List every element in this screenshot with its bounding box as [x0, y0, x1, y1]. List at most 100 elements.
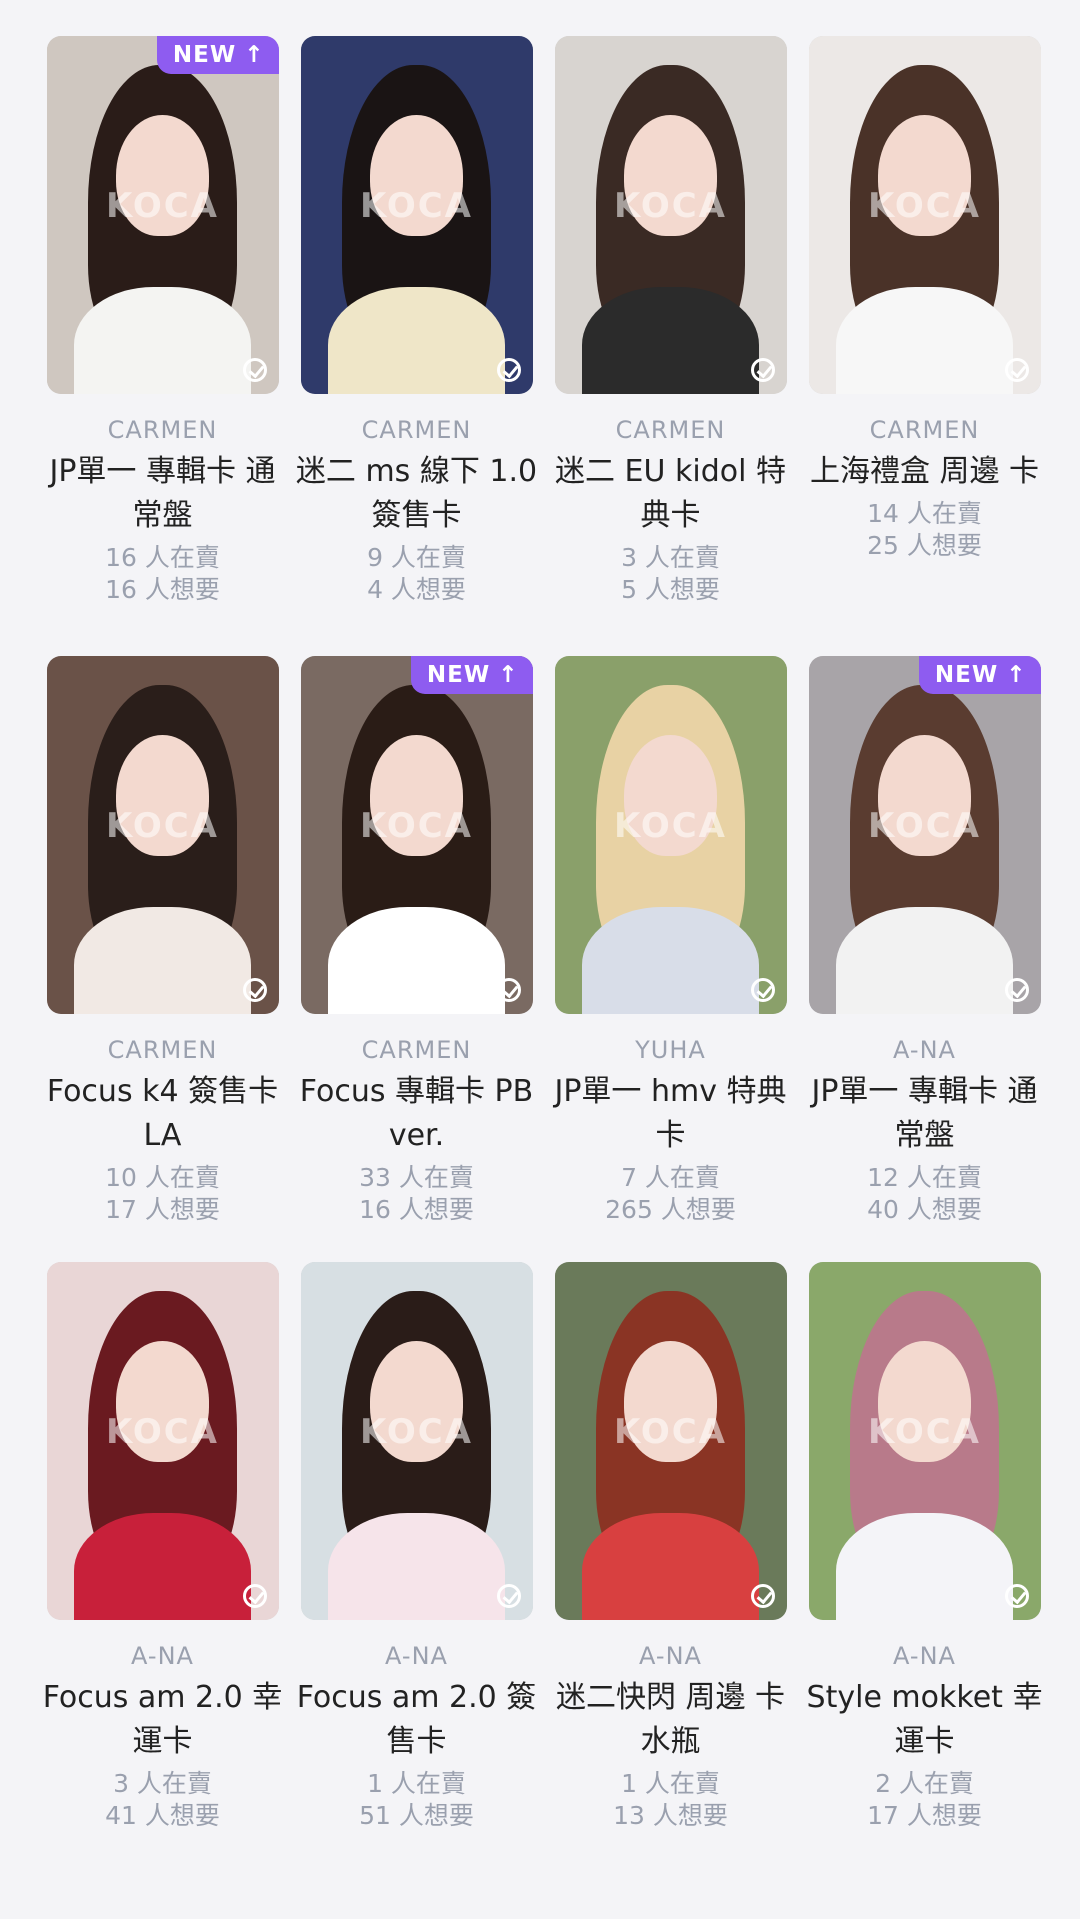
selling-count: 10 人在賣: [105, 1163, 220, 1192]
card-title: Focus am 2.0 幸運卡: [42, 1680, 283, 1759]
card-stats: 7 人在賣 265 人想要: [544, 1162, 797, 1226]
photocard-item[interactable]: KOCA A-NA Focus am 2.0 幸運卡 3 人在賣 41 人想要: [36, 1262, 289, 1832]
koca-watermark: KOCA: [868, 806, 981, 847]
koca-watermark: KOCA: [106, 806, 219, 847]
photocard-image[interactable]: KOCA NEW ↑: [808, 656, 1041, 1014]
photo-body: [328, 286, 505, 394]
wanting-count: 16 人想要: [105, 575, 220, 604]
member-name: A-NA: [893, 1036, 956, 1064]
selling-count: 1 人在賣: [367, 1769, 466, 1798]
photocard-image[interactable]: KOCA: [554, 36, 787, 394]
wanting-count: 5 人想要: [621, 575, 720, 604]
card-stats: 3 人在賣 5 人想要: [544, 542, 797, 606]
card-stats: 9 人在賣 4 人想要: [290, 542, 543, 606]
wanting-count: 4 人想要: [367, 575, 466, 604]
photocard-image[interactable]: KOCA: [46, 1262, 279, 1620]
koca-watermark: KOCA: [614, 806, 727, 847]
koca-watermark: KOCA: [868, 186, 981, 227]
photocard-item[interactable]: KOCA A-NA Focus am 2.0 簽售卡 1 人在賣 51 人想要: [290, 1262, 543, 1832]
member-name: A-NA: [639, 1642, 702, 1670]
photocard-image[interactable]: KOCA: [46, 656, 279, 1014]
check-circle-icon[interactable]: [750, 978, 775, 1002]
photocard-item[interactable]: KOCA A-NA Style mokket 幸運卡 2 人在賣 17 人想要: [798, 1262, 1051, 1832]
selling-count: 1 人在賣: [621, 1769, 720, 1798]
photo-body: [582, 286, 759, 394]
photocard-image[interactable]: KOCA: [808, 1262, 1041, 1620]
photocard-image[interactable]: KOCA NEW ↑: [300, 656, 533, 1014]
wanting-count: 41 人想要: [105, 1801, 220, 1830]
check-circle-icon[interactable]: [1004, 1584, 1029, 1608]
card-title: 迷二快閃 周邊 卡 水瓶: [555, 1680, 786, 1759]
wanting-count: 25 人想要: [867, 531, 982, 560]
member-name: CARMEN: [615, 416, 726, 444]
member-name: CARMEN: [361, 416, 472, 444]
selling-count: 7 人在賣: [621, 1163, 720, 1192]
wanting-count: 51 人想要: [359, 1801, 474, 1830]
photocard-grid: KOCA NEW ↑ CARMEN JP單一 專輯卡 通常盤 16 人在賣 16 …: [0, 0, 1080, 1919]
photocard-image[interactable]: KOCA: [300, 36, 533, 394]
check-circle-icon[interactable]: [496, 978, 521, 1002]
photocard-item[interactable]: KOCA NEW ↑ CARMEN Focus 專輯卡 PB ver. 33 人在…: [290, 656, 543, 1226]
photocard-item[interactable]: KOCA CARMEN 迷二 EU kidol 特典卡 3 人在賣 5 人想要: [544, 36, 797, 606]
check-circle-icon[interactable]: [242, 1584, 267, 1608]
card-stats: 3 人在賣 41 人想要: [36, 1768, 289, 1832]
koca-watermark: KOCA: [360, 1412, 473, 1453]
card-title: 上海禮盒 周邊 卡: [809, 454, 1040, 489]
koca-watermark: KOCA: [360, 806, 473, 847]
photocard-image[interactable]: KOCA: [808, 36, 1041, 394]
koca-watermark: KOCA: [106, 1412, 219, 1453]
photocard-item[interactable]: KOCA CARMEN 上海禮盒 周邊 卡 14 人在賣 25 人想要: [798, 36, 1051, 562]
photocard-item[interactable]: KOCA A-NA 迷二快閃 周邊 卡 水瓶 1 人在賣 13 人想要: [544, 1262, 797, 1832]
selling-count: 3 人在賣: [113, 1769, 212, 1798]
photo-body: [582, 1512, 759, 1620]
member-name: CARMEN: [869, 416, 980, 444]
photocard-item[interactable]: KOCA YUHA JP單一 hmv 特典卡 7 人在賣 265 人想要: [544, 656, 797, 1226]
photo-body: [74, 286, 251, 394]
card-stats: 12 人在賣 40 人想要: [798, 1162, 1051, 1226]
member-name: A-NA: [893, 1642, 956, 1670]
photocard-item[interactable]: KOCA NEW ↑ A-NA JP單一 專輯卡 通常盤 12 人在賣 40 人想…: [798, 656, 1051, 1226]
photo-body: [328, 906, 505, 1014]
photocard-item[interactable]: KOCA CARMEN Focus k4 簽售卡 LA 10 人在賣 17 人想…: [36, 656, 289, 1226]
photocard-item[interactable]: KOCA CARMEN 迷二 ms 線下 1.0 簽售卡 9 人在賣 4 人想要: [290, 36, 543, 606]
selling-count: 9 人在賣: [367, 543, 466, 572]
wanting-count: 17 人想要: [105, 1195, 220, 1224]
card-title: Style mokket 幸運卡: [806, 1680, 1043, 1759]
check-circle-icon[interactable]: [1004, 978, 1029, 1002]
member-name: CARMEN: [107, 1036, 218, 1064]
new-badge: NEW ↑: [918, 656, 1041, 694]
photo-body: [836, 1512, 1013, 1620]
card-title: Focus am 2.0 簽售卡: [296, 1680, 537, 1759]
photocard-image[interactable]: KOCA: [554, 1262, 787, 1620]
koca-watermark: KOCA: [360, 186, 473, 227]
check-circle-icon[interactable]: [242, 358, 267, 382]
card-stats: 14 人在賣 25 人想要: [798, 498, 1051, 562]
member-name: A-NA: [131, 1642, 194, 1670]
card-title: Focus 專輯卡 PB ver.: [299, 1074, 534, 1153]
check-circle-icon[interactable]: [1004, 358, 1029, 382]
photo-body: [328, 1512, 505, 1620]
check-circle-icon[interactable]: [242, 978, 267, 1002]
card-title: 迷二 ms 線下 1.0 簽售卡: [295, 454, 538, 533]
check-circle-icon[interactable]: [496, 358, 521, 382]
card-title: JP單一 專輯卡 通常盤: [811, 1074, 1038, 1153]
check-circle-icon[interactable]: [496, 1584, 521, 1608]
card-stats: 2 人在賣 17 人想要: [798, 1768, 1051, 1832]
check-circle-icon[interactable]: [750, 1584, 775, 1608]
photocard-image[interactable]: KOCA: [554, 656, 787, 1014]
koca-watermark: KOCA: [614, 186, 727, 227]
selling-count: 2 人在賣: [875, 1769, 974, 1798]
card-stats: 10 人在賣 17 人想要: [36, 1162, 289, 1226]
selling-count: 3 人在賣: [621, 543, 720, 572]
card-stats: 1 人在賣 13 人想要: [544, 1768, 797, 1832]
photocard-image[interactable]: KOCA: [300, 1262, 533, 1620]
check-circle-icon[interactable]: [750, 358, 775, 382]
photocard-image[interactable]: KOCA NEW ↑: [46, 36, 279, 394]
selling-count: 16 人在賣: [105, 543, 220, 572]
wanting-count: 265 人想要: [605, 1195, 736, 1224]
card-title: JP單一 專輯卡 通常盤: [49, 454, 276, 533]
arrow-up-icon: ↑: [498, 662, 519, 688]
photo-body: [74, 1512, 251, 1620]
photocard-item[interactable]: KOCA NEW ↑ CARMEN JP單一 專輯卡 通常盤 16 人在賣 16 …: [36, 36, 289, 606]
card-stats: 1 人在賣 51 人想要: [290, 1768, 543, 1832]
